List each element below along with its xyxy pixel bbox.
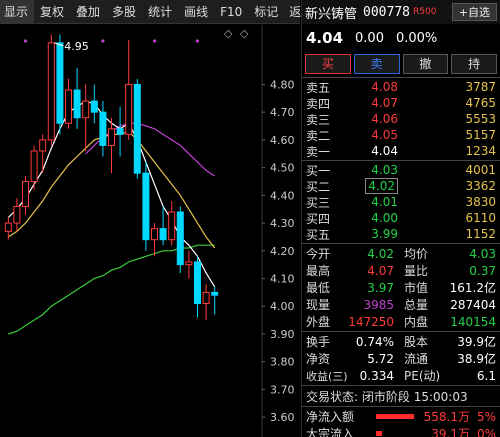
candle-body (168, 211, 176, 241)
candle-body (13, 205, 21, 224)
add-favorite-button[interactable]: +自选 (451, 3, 497, 21)
toolbar-adjust[interactable]: 复权 (34, 0, 70, 24)
stat-row: 现量 3985 总量 287404 (306, 297, 496, 313)
candle-body (47, 42, 55, 141)
event-dot (101, 39, 105, 43)
candle-body (108, 128, 115, 146)
price-change: 0.00 (355, 30, 384, 46)
bid-row[interactable]: 买三 4.01 3830 (302, 194, 500, 210)
stat-row: 外盘 147250 内盘 140154 (306, 314, 496, 330)
candle-body (56, 42, 64, 124)
stat-row: 最高 4.07 量比 0.37 (306, 263, 496, 279)
ask-row[interactable]: 卖四 4.07 4765 (302, 95, 500, 111)
y-tick-label: 4.30 (270, 217, 295, 230)
toolbar-overlay[interactable]: 叠加 (70, 0, 106, 24)
candle-body (39, 139, 47, 152)
toolbar-draw-line[interactable]: 画线 (178, 0, 214, 24)
ask-row[interactable]: 卖二 4.05 5157 (302, 127, 500, 143)
buy-button[interactable]: 买 (305, 54, 351, 74)
candle-body (125, 83, 133, 135)
candle-body (194, 261, 201, 304)
stat-row: 最低 3.97 市值 161.2亿 (306, 280, 496, 296)
y-tick-label: 4.50 (270, 162, 295, 175)
bid-row[interactable]: 买四 4.00 6110 (302, 210, 500, 226)
toolbar-multi-stock[interactable]: 多股 (106, 0, 142, 24)
y-tick-label: 4.70 (270, 106, 295, 119)
y-tick-label: 3.90 (270, 328, 295, 341)
candle-body (211, 291, 219, 296)
y-tick-label: 4.00 (270, 300, 295, 313)
event-dot (195, 39, 200, 43)
stat-row: 今开 4.02 均价 4.03 (306, 246, 496, 262)
bid-row[interactable]: 买五 3.99 1152 (302, 226, 500, 242)
quote-panel: 新兴铸管 000778 R500 +自选 4.04 0.00 0.00% 买 卖… (301, 0, 500, 437)
candle-body (82, 100, 90, 119)
y-tick-label: 4.10 (270, 273, 295, 286)
divider (302, 385, 500, 386)
y-tick-label: 3.60 (270, 411, 295, 424)
candle-body (176, 211, 184, 266)
kline-chart[interactable]: ◇ ◇ 4.80 4.70 4.60 4.50 4.40 4.30 4.20 4.10 4.00… (0, 25, 300, 437)
stat-row: 收益(三) 0.334 PE(动) 6.1 (306, 368, 496, 384)
candle-body (185, 261, 193, 266)
candle-body (90, 100, 98, 113)
toolbar-f10[interactable]: F10 (214, 0, 248, 24)
y-tick-label: 3.70 (270, 383, 295, 396)
candle-body (99, 111, 107, 146)
kline-svg: 4.80 4.70 4.60 4.50 4.40 4.30 4.20 4.10 4.00 3.90… (4, 25, 295, 437)
r-badge: R500 (412, 7, 437, 17)
trade-buttons: 买 卖 撤 持 (302, 52, 500, 76)
diamond-icon[interactable]: ◇ (240, 27, 248, 40)
candle-body (22, 180, 29, 207)
candle-body (142, 172, 150, 241)
price-row: 4.04 0.00 0.00% (302, 24, 500, 52)
chart-toolbar: 显示 复权 叠加 多股 统计 画线 F10 标记 返回 (0, 0, 313, 24)
stock-header: 新兴铸管 000778 R500 +自选 (302, 0, 500, 24)
bid-row[interactable]: 买二 4.02 3362 (302, 178, 500, 194)
holdings-button[interactable]: 持 (451, 54, 497, 74)
block-inflow-row: 大宗流入 39.1万 0% (306, 426, 496, 437)
sell-button[interactable]: 卖 (353, 54, 400, 74)
net-inflow-row: 净流入额 558.1万 5% (306, 409, 496, 425)
trade-status: 交易状态: 闭市阶段 15:00:03 (306, 389, 468, 404)
stock-name: 新兴铸管 (305, 6, 358, 22)
ask-row[interactable]: 卖三 4.06 5553 (302, 111, 500, 127)
event-dot (23, 39, 28, 43)
candle-body (159, 228, 167, 241)
toolbar-statistics[interactable]: 统计 (142, 0, 178, 24)
y-tick-label: 4.80 (270, 78, 295, 91)
candle-body (65, 89, 72, 124)
ask-row[interactable]: 卖一 4.04 1234 (302, 143, 500, 159)
candle-body (116, 128, 124, 135)
candle-body (202, 291, 210, 304)
stock-code: 000778 (363, 4, 410, 20)
y-tick-label: 4.20 (270, 245, 295, 258)
candle-body (4, 222, 12, 232)
divider (302, 331, 500, 332)
toolbar-mark[interactable]: 标记 (248, 0, 284, 24)
high-label: 4.95 (64, 40, 89, 53)
stat-row: 换手 0.74% 股本 39.9亿 (306, 334, 496, 350)
stat-row: 净资 5.72 流通 38.9亿 (306, 351, 496, 367)
candle-body (133, 83, 141, 174)
divider (302, 406, 500, 407)
divider (302, 243, 500, 244)
candle-body (73, 89, 81, 119)
diamond-icon[interactable]: ◇ (224, 27, 232, 40)
event-dot (152, 39, 157, 43)
y-tick-label: 4.40 (270, 189, 295, 202)
current-price: 4.04 (306, 29, 344, 47)
net-inflow-bar (376, 414, 414, 419)
ask-row[interactable]: 卖五 4.08 3787 (302, 79, 500, 95)
cancel-order-button[interactable]: 撤 (402, 54, 449, 74)
toolbar-display[interactable]: 显示 (0, 0, 35, 24)
candle-body (151, 228, 158, 241)
selected-bid-price[interactable]: 4.02 (365, 178, 398, 194)
bid-row[interactable]: 买一 4.03 4001 (302, 162, 500, 178)
y-tick-label: 4.60 (270, 134, 295, 147)
candle-body (30, 150, 38, 182)
y-tick-label: 3.80 (270, 356, 295, 369)
price-change-pct: 0.00% (395, 30, 438, 46)
